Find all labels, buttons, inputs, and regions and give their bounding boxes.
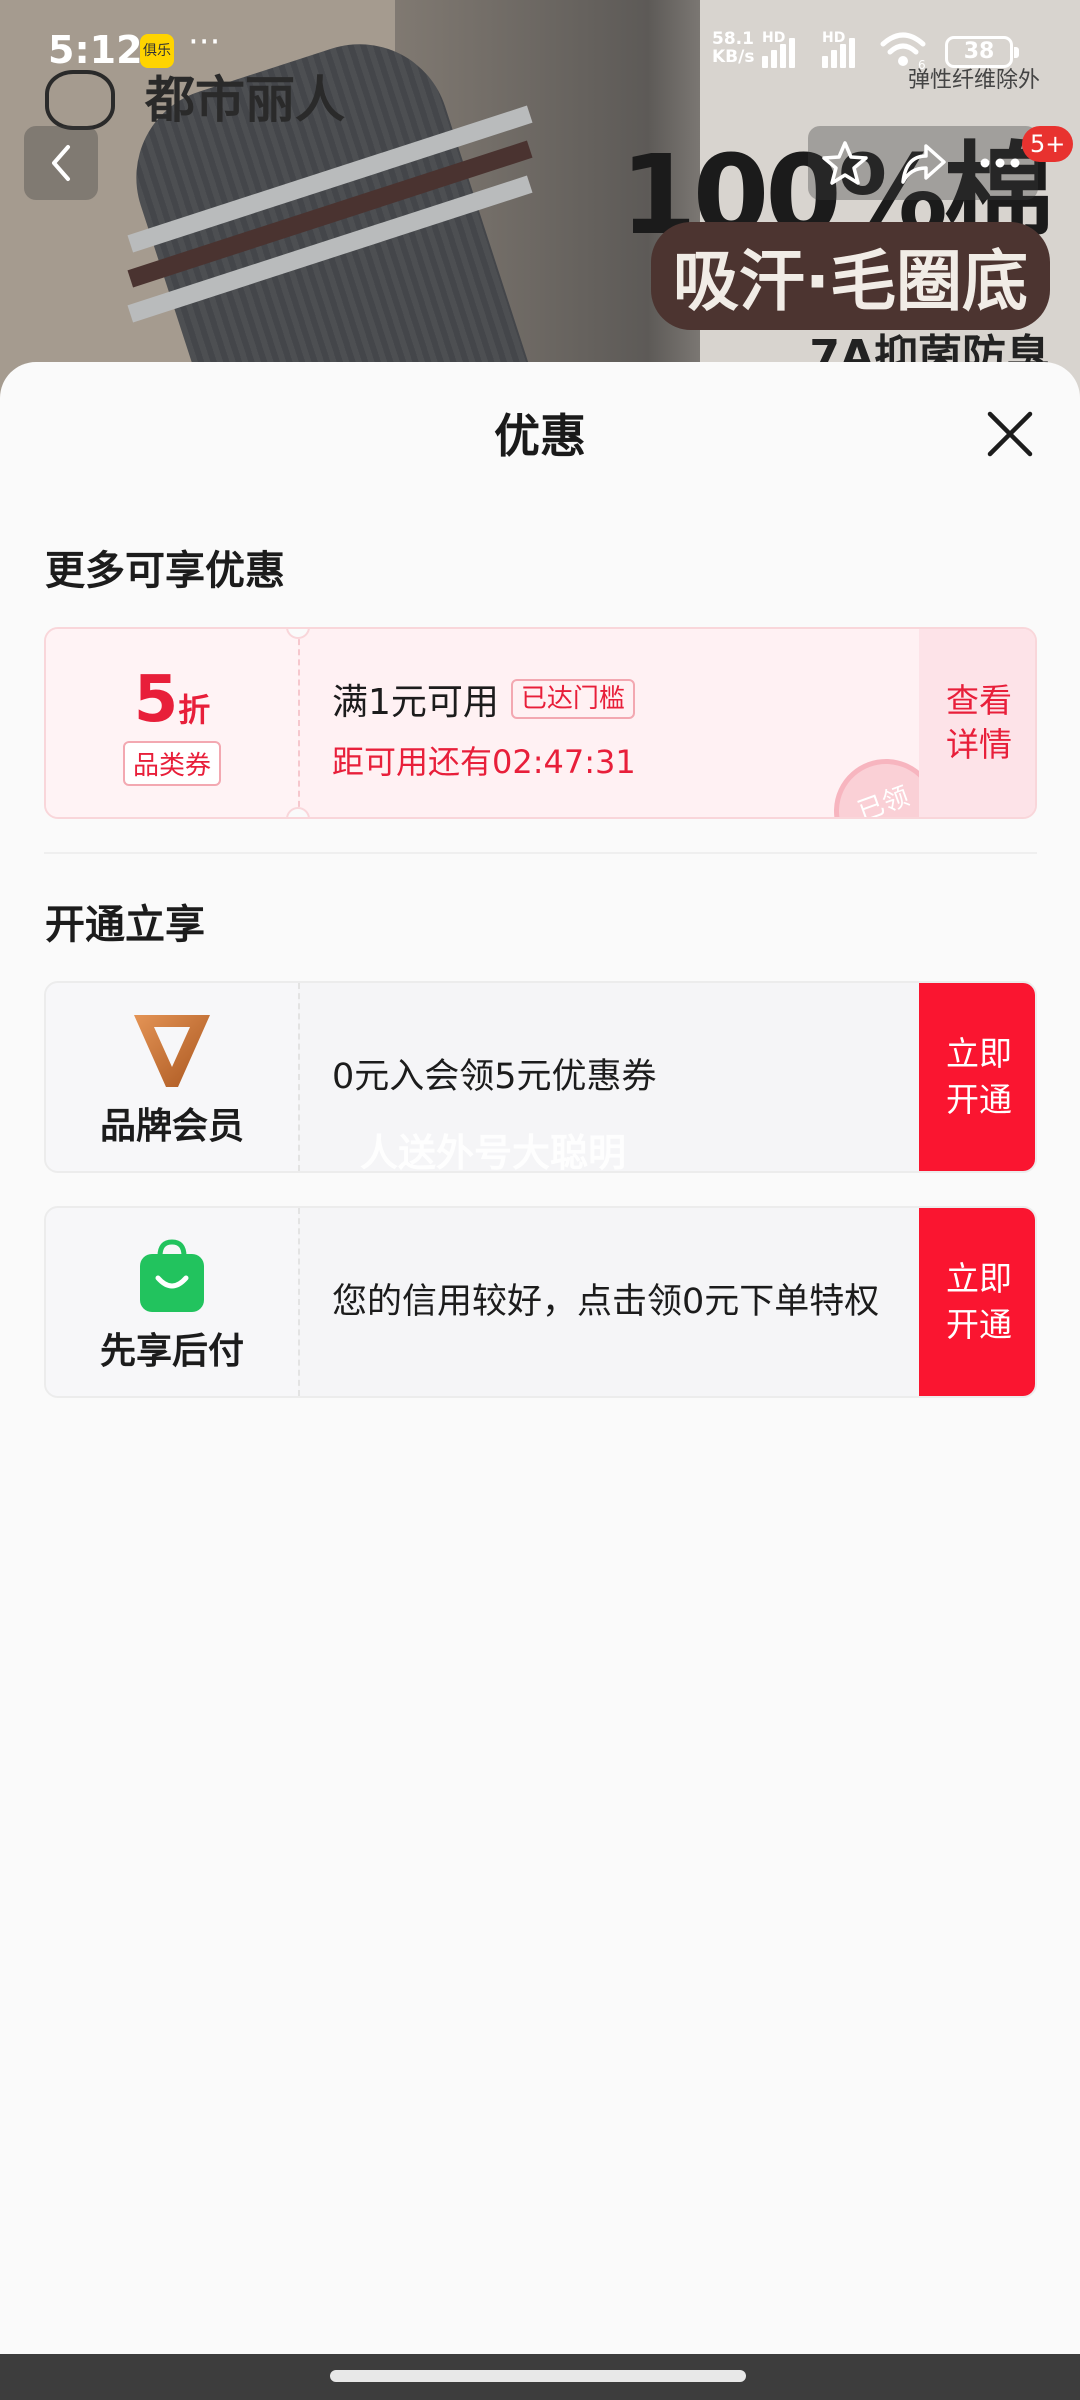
pay-later-card-left: 先享后付 [46, 1208, 298, 1396]
coupon-divider [298, 629, 300, 817]
section-title-more-offers: 更多可享优惠 [45, 548, 285, 594]
pay-later-description: 您的信用较好，点击领0元下单特权 [332, 1282, 880, 1322]
network-speed-value: 58.1 [712, 29, 754, 49]
shopping-bag-icon [130, 1234, 214, 1318]
card-divider [298, 1208, 300, 1396]
signal-icon [822, 34, 855, 68]
view-details-label: 查看详情 [946, 681, 1012, 764]
battery-icon: 38 [945, 36, 1019, 68]
coupon-countdown: 距可用还有02:47:31 [332, 743, 636, 781]
coupon-type-tag: 品类券 [122, 741, 221, 786]
banner-pill: 吸汗·毛圈底 [650, 222, 1050, 330]
network-speed: 58.1 KB/s [712, 30, 754, 66]
status-time: 5:12 [48, 28, 143, 72]
share-icon [901, 144, 946, 184]
network-speed-unit: KB/s [712, 47, 755, 67]
brand-member-v-logo [134, 1015, 210, 1087]
pay-later-card[interactable]: 先享后付 您的信用较好，点击领0元下单特权 立即开通 [44, 1206, 1037, 1398]
coupon-discount-value: 5 [133, 663, 179, 737]
gesture-navigation-bar [0, 2354, 1080, 2400]
chevron-left-icon [52, 145, 70, 181]
member-card-left: 品牌会员 [46, 983, 298, 1171]
star-icon [822, 141, 868, 185]
app-notification-icon: 俱乐 [140, 34, 174, 68]
discount-sheet: 优惠 更多可享优惠 5折 品类券 满1元可用 已达门槛 距可用还有02:47:3… [0, 362, 1080, 2354]
coupon-info: 满1元可用 已达门槛 距可用还有02:47:31 [332, 673, 636, 783]
coupon-card[interactable]: 5折 品类券 满1元可用 已达门槛 距可用还有02:47:31 已领 查看详情 [44, 627, 1037, 819]
member-card-name: 品牌会员 [99, 1106, 244, 1147]
status-bar: 5:12 俱乐 ··· 58.1 KB/s HD HD 6 38 [0, 0, 1080, 100]
coupon-value-panel: 5折 品类券 [46, 629, 298, 817]
coupon-discount-unit: 折 [178, 691, 211, 729]
view-details-button[interactable]: 查看详情 [919, 629, 1035, 817]
brand-member-icon [130, 1009, 214, 1093]
home-indicator[interactable] [330, 2370, 746, 2382]
share-button[interactable] [896, 136, 950, 190]
wifi-badge: 6 [918, 58, 926, 70]
favorite-button[interactable] [818, 136, 872, 190]
notification-count-badge: 5+ [1022, 126, 1074, 162]
open-pay-later-button[interactable]: 立即开通 [919, 1208, 1035, 1396]
card-divider [298, 983, 300, 1171]
coupon-condition-row: 满1元可用 已达门槛 [332, 673, 636, 725]
sheet-title: 优惠 [494, 409, 586, 463]
pay-later-card-name: 先享后付 [99, 1331, 244, 1372]
coupon-condition: 满1元可用 [332, 682, 499, 723]
threshold-reached-tag: 已达门槛 [510, 679, 635, 719]
open-pay-later-label: 立即开通 [946, 1259, 1012, 1344]
back-button[interactable] [24, 126, 98, 200]
top-action-group [808, 126, 1038, 200]
section-divider [44, 852, 1037, 854]
close-button[interactable] [980, 404, 1040, 464]
coupon-discount: 5折 [46, 663, 298, 737]
wifi-icon: 6 [880, 32, 926, 70]
coupon-notch [286, 807, 310, 817]
shopping-bag-glyph [140, 1239, 204, 1312]
open-membership-label: 立即开通 [946, 1034, 1012, 1119]
more-options-button[interactable] [973, 136, 1027, 190]
more-dots-icon [980, 158, 1020, 168]
close-icon [987, 411, 1033, 457]
open-membership-button[interactable]: 立即开通 [919, 983, 1035, 1171]
more-notifications-icon: ··· [188, 22, 221, 62]
watermark-text: 人送外号大聪明 [360, 1131, 627, 1175]
section-title-open-benefits: 开通立享 [45, 902, 205, 948]
signal-icon [762, 34, 795, 68]
